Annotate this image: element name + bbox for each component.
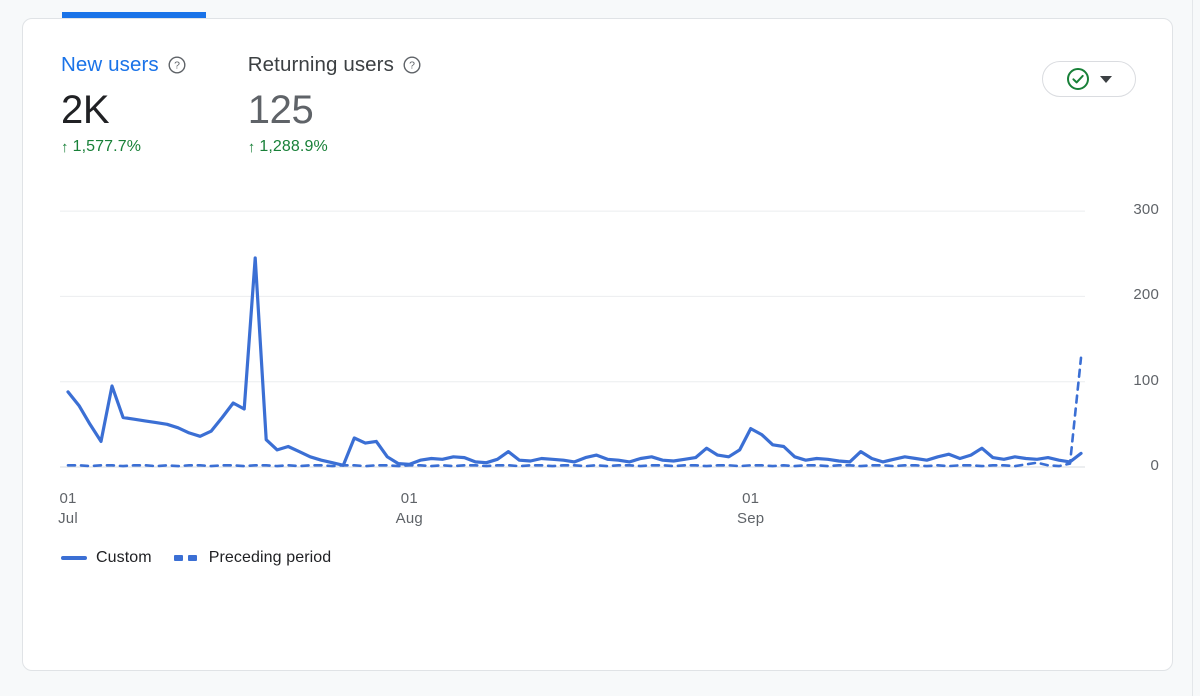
metric-summary-group: New users ? 2K ↑ 1,577.7% Returnin bbox=[61, 52, 421, 156]
delta-up-arrow-icon: ↑ bbox=[248, 140, 256, 155]
legend-item-preceding-period[interactable]: Preceding period bbox=[174, 549, 332, 567]
legend-label-custom: Custom bbox=[96, 549, 152, 567]
metric-returning-users-delta: ↑ 1,288.9% bbox=[248, 138, 421, 156]
metric-returning-users-header: Returning users ? bbox=[248, 52, 421, 78]
metric-new-users-title[interactable]: New users bbox=[61, 53, 159, 77]
help-circle-icon[interactable]: ? bbox=[168, 56, 186, 74]
status-dropdown-button[interactable] bbox=[1042, 61, 1136, 97]
report-card-page: New users ? 2K ↑ 1,577.7% Returnin bbox=[0, 0, 1200, 696]
metric-new-users-delta: ↑ 1,577.7% bbox=[61, 138, 186, 156]
metric-returning-users-delta-value: 1,288.9% bbox=[259, 138, 327, 156]
legend-label-preceding-period: Preceding period bbox=[209, 549, 332, 567]
x-axis-tick-label: 01Sep bbox=[711, 489, 791, 529]
page-divider bbox=[1192, 0, 1193, 696]
y-axis-tick-label: 200 bbox=[1099, 286, 1159, 303]
help-circle-icon[interactable]: ? bbox=[403, 56, 421, 74]
series-line-preceding-period bbox=[68, 358, 1081, 466]
chart-legend: Custom Preceding period bbox=[61, 549, 331, 567]
metric-returning-users-title[interactable]: Returning users bbox=[248, 53, 394, 77]
legend-item-custom[interactable]: Custom bbox=[61, 549, 152, 567]
metric-new-users-header: New users ? bbox=[61, 52, 186, 78]
dashed-swatch bbox=[174, 555, 200, 561]
metric-chart-card: New users ? 2K ↑ 1,577.7% Returnin bbox=[22, 18, 1173, 671]
metric-returning-users[interactable]: Returning users ? 125 ↑ 1,288.9% bbox=[248, 52, 421, 156]
line-swatch bbox=[61, 556, 87, 560]
y-axis-tick-label: 100 bbox=[1099, 372, 1159, 389]
metric-returning-users-value: 125 bbox=[248, 88, 421, 132]
series-line-custom bbox=[68, 258, 1081, 465]
check-circle-icon bbox=[1066, 67, 1090, 91]
chevron-down-icon[interactable] bbox=[1100, 76, 1112, 83]
y-axis-tick-label: 0 bbox=[1099, 457, 1159, 474]
x-axis-tick-label: 01Jul bbox=[28, 489, 108, 529]
y-axis-tick-label: 300 bbox=[1099, 201, 1159, 218]
metric-new-users-delta-value: 1,577.7% bbox=[73, 138, 141, 156]
svg-text:?: ? bbox=[174, 60, 180, 72]
svg-text:?: ? bbox=[409, 60, 415, 72]
x-axis-tick-label: 01Aug bbox=[369, 489, 449, 529]
metric-new-users-value: 2K bbox=[61, 88, 186, 132]
delta-up-arrow-icon: ↑ bbox=[61, 140, 69, 155]
metric-new-users[interactable]: New users ? 2K ↑ 1,577.7% bbox=[61, 52, 186, 156]
